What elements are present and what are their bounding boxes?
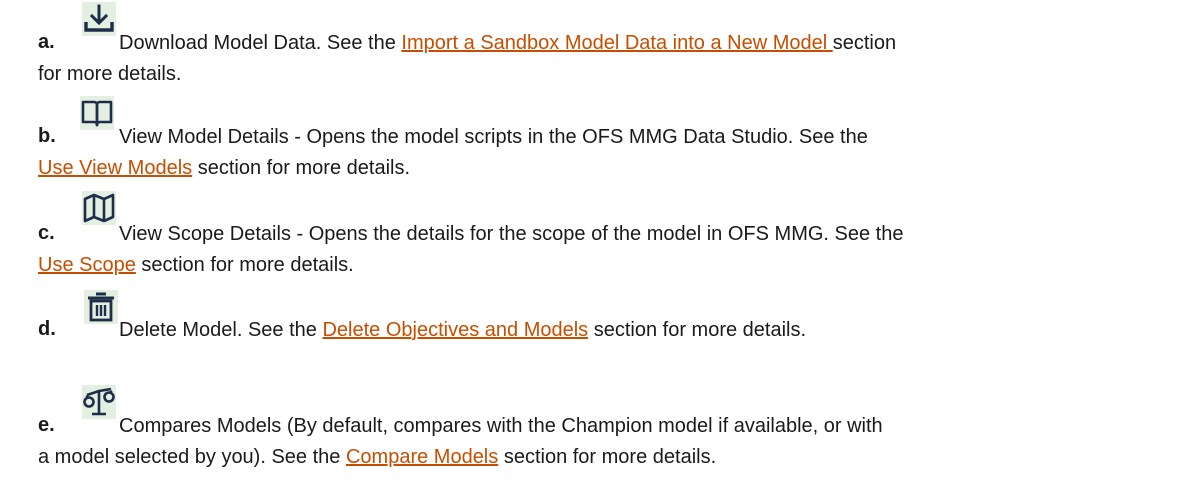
item-text-line-2: a model selected by you). See the Compar… [38,446,717,468]
list-marker: b. [38,125,56,147]
map-icon [82,191,116,225]
item-text-line-1: View Model Details - Opens the model scr… [119,126,868,148]
list-marker: c. [38,222,55,244]
item-text-line-1: View Scope Details - Opens the details f… [119,223,904,245]
delete-objectives-link[interactable]: Delete Objectives and Models [322,319,588,341]
item-text-line-1: Compares Models (By default, compares wi… [119,415,883,437]
item-text-line-2: for more details. [38,63,182,85]
use-view-models-link[interactable]: Use View Models [38,157,192,179]
trash-icon [84,290,118,324]
list-marker: d. [38,318,56,340]
open-book-icon [80,96,114,130]
list-marker: e. [38,414,55,436]
item-text-line-2: Use View Models section for more details… [38,157,411,179]
icon-legend-list: a. Download Model Data. See the Import a… [0,0,1177,502]
item-text-line-1: Delete Model. See the Delete Objectives … [119,319,807,341]
download-icon [82,2,116,36]
use-scope-link[interactable]: Use Scope [38,254,136,276]
list-marker: a. [38,31,55,53]
item-text-line-2: Use Scope section for more details. [38,254,354,276]
item-text-line-1: Download Model Data. See the Import a Sa… [119,32,897,54]
compare-models-link[interactable]: Compare Models [346,446,498,468]
import-sandbox-model-link[interactable]: Import a Sandbox Model Data into a New M… [401,32,832,54]
compare-icon [82,385,116,419]
